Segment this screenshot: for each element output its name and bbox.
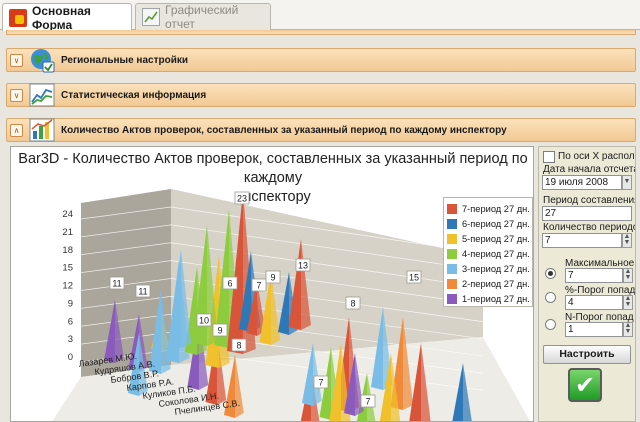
- y-tick-label: 6: [68, 316, 73, 327]
- line-chart-icon: [29, 83, 55, 107]
- y-tick-label: 3: [68, 334, 73, 345]
- axis-x-checkbox-label: По оси X располо: [558, 151, 636, 162]
- period-count-stepper-icon[interactable]: ▲ ▼: [622, 233, 632, 248]
- period-label: Период составления: [543, 195, 636, 206]
- legend-item: 2-период 27 дн.: [447, 276, 530, 291]
- chart-legend: 7-период 27 дн. 6-период 27 дн. 5-период 2…: [443, 197, 533, 307]
- period-field[interactable]: 27: [542, 206, 632, 221]
- section-regional-settings-title: Региональные настройки: [61, 54, 189, 66]
- legend-swatch: [447, 293, 457, 304]
- collapsed-section-edge: [6, 30, 636, 35]
- legend-swatch: [447, 203, 457, 214]
- data-label: 10: [199, 316, 209, 326]
- y-tick-label: 21: [62, 227, 73, 238]
- legend-item: 5-период 27 дн.: [447, 231, 530, 246]
- period-count-field[interactable]: 7: [542, 233, 622, 248]
- n-threshold-radio[interactable]: [545, 319, 556, 330]
- section-acts-count[interactable]: ∧ Количество Актов проверок, составленны…: [6, 118, 636, 142]
- tab-bar: Основная Форма Графический отчет: [0, 0, 640, 32]
- legend-label: 1-период 27 дн.: [462, 293, 530, 304]
- y-tick-label: 15: [62, 263, 73, 274]
- start-date-field[interactable]: 19 июля 2008: [542, 175, 622, 190]
- data-label: 6: [227, 279, 232, 289]
- legend-item: 7-период 27 дн.: [447, 201, 530, 216]
- chart-options-panel: По оси X располо Дата начала отсчета 19 …: [538, 146, 636, 422]
- max-stepper-icon[interactable]: ▲ ▼: [623, 268, 633, 283]
- data-label: 13: [298, 261, 308, 271]
- y-tick-label: 18: [62, 245, 73, 256]
- pct-stepper-icon[interactable]: ▲ ▼: [623, 295, 633, 310]
- data-label: 7: [365, 397, 370, 407]
- legend-swatch: [447, 278, 457, 289]
- legend-item: 4-период 27 дн.: [447, 246, 530, 261]
- legend-label: 7-период 27 дн.: [462, 203, 530, 214]
- y-tick-label: 9: [68, 298, 73, 309]
- legend-label: 3-период 27 дн.: [462, 263, 530, 274]
- y-tick-label: 24: [62, 209, 73, 220]
- expand-chevron-icon[interactable]: ∨: [10, 53, 23, 67]
- main-form-icon: [9, 8, 27, 27]
- expand-chevron-icon[interactable]: ∨: [10, 88, 23, 102]
- legend-swatch: [447, 233, 457, 244]
- section-statistics-title: Статистическая информация: [61, 89, 207, 101]
- confirm-button[interactable]: ✔: [568, 368, 602, 402]
- tab-chart-report-label: Графический отчет: [165, 3, 239, 31]
- data-label: 23: [237, 194, 247, 204]
- data-label: 9: [217, 326, 222, 336]
- section-acts-count-title: Количество Актов проверок, составленных …: [61, 124, 507, 136]
- n-threshold-field[interactable]: 1: [565, 322, 623, 337]
- max-radio[interactable]: [545, 268, 556, 279]
- legend-item: 6-период 27 дн.: [447, 216, 530, 231]
- date-dropdown-icon[interactable]: ▼: [622, 175, 632, 190]
- tab-main-form[interactable]: Основная Форма: [2, 3, 132, 32]
- section-regional-settings[interactable]: ∨ Региональные настройки: [6, 48, 636, 73]
- pct-threshold-radio[interactable]: [545, 292, 556, 303]
- bar-chart-icon: [29, 118, 55, 142]
- legend-label: 6-период 27 дн.: [462, 218, 530, 229]
- data-label: 11: [138, 287, 147, 297]
- legend-item: 3-период 27 дн.: [447, 261, 530, 276]
- configure-button[interactable]: Настроить: [543, 345, 631, 364]
- y-tick-label: 12: [62, 281, 73, 292]
- chart-report-icon: [142, 8, 160, 26]
- chart-panel: Bar3D - Количество Актов проверок, соста…: [10, 146, 534, 422]
- data-label: 9: [270, 273, 275, 283]
- legend-label: 4-период 27 дн.: [462, 248, 530, 259]
- axis-x-checkbox[interactable]: [543, 151, 555, 163]
- y-tick-label: 0: [68, 352, 73, 363]
- collapse-chevron-icon[interactable]: ∧: [10, 123, 23, 137]
- checkmark-icon: ✔: [574, 371, 596, 399]
- tab-main-form-label: Основная Форма: [32, 3, 91, 32]
- tab-chart-report[interactable]: Графический отчет: [135, 3, 271, 31]
- max-field[interactable]: 7: [565, 268, 623, 283]
- start-date-label: Дата начала отсчета: [543, 164, 636, 175]
- data-label: 15: [409, 273, 419, 283]
- legend-item: 1-период 27 дн.: [447, 291, 530, 306]
- data-label: 7: [318, 378, 323, 388]
- legend-swatch: [447, 263, 457, 274]
- data-label: 8: [236, 341, 241, 351]
- legend-swatch: [447, 248, 457, 259]
- section-statistics[interactable]: ∨ Статистическая информация: [6, 83, 636, 107]
- globe-icon: [31, 49, 55, 73]
- data-label: 11: [112, 279, 121, 289]
- legend-label: 5-период 27 дн.: [462, 233, 530, 244]
- n-stepper-icon[interactable]: ▲ ▼: [623, 322, 633, 337]
- legend-label: 2-период 27 дн.: [462, 278, 530, 289]
- data-label: 7: [256, 281, 261, 291]
- pct-threshold-field[interactable]: 4: [565, 295, 623, 310]
- period-count-label: Количество периодов: [543, 222, 636, 233]
- legend-swatch: [447, 218, 457, 229]
- data-label: 8: [350, 299, 355, 309]
